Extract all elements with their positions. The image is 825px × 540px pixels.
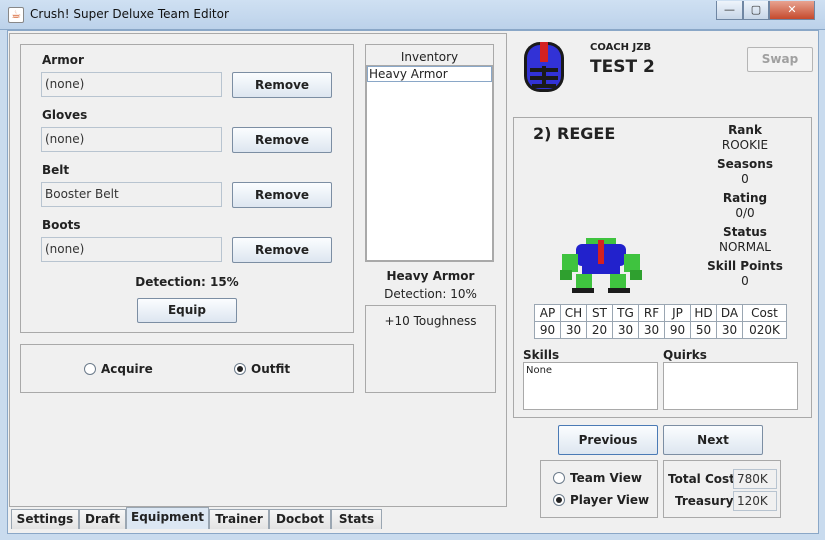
inventory-list[interactable] (366, 65, 493, 261)
gloves-label: Gloves (42, 108, 88, 122)
stat-header-da: DA (716, 304, 743, 322)
window-title: Crush! Super Deluxe Team Editor (30, 7, 229, 21)
view-box (540, 460, 658, 518)
rating-label: Rating (722, 191, 768, 205)
close-button[interactable]: ✕ (769, 1, 815, 20)
team-helmet-icon (518, 38, 570, 104)
inventory-header: Inventory (400, 50, 459, 64)
selected-item-detection: Detection: 10% (384, 287, 477, 301)
swap-button[interactable]: Swap (747, 47, 813, 72)
team-name: TEST 2 (590, 57, 655, 77)
belt-label: Belt (42, 163, 70, 177)
stat-header-tg: TG (612, 304, 639, 322)
stat-value-jp: 90 (664, 321, 691, 339)
minimize-button[interactable]: — (716, 1, 743, 20)
maximize-button[interactable]: ▢ (743, 1, 769, 20)
stat-header-ap: AP (534, 304, 561, 322)
team-view-radio[interactable] (553, 472, 565, 484)
armor-label: Armor (42, 53, 84, 67)
stats-table: AP CH ST TG RF JP HD DA Cost 90 30 20 30 30 90 50 30 020… (534, 304, 787, 339)
tab-settings[interactable]: Settings (11, 509, 79, 529)
tab-equipment[interactable]: Equipment (126, 507, 209, 529)
total-cost-label: Total Cost: (668, 472, 740, 486)
boots-field: (none) (41, 237, 222, 262)
tab-docbot[interactable]: Docbot (269, 509, 331, 529)
stat-header-hd: HD (690, 304, 717, 322)
player-view-radio[interactable] (553, 494, 565, 506)
rank-value: ROOKIE (721, 138, 769, 152)
outfit-label: Outfit (251, 362, 291, 376)
stat-value-cost: 020K (742, 321, 787, 339)
selected-item-name: Heavy Armor (386, 269, 475, 283)
tab-stats[interactable]: Stats (331, 509, 382, 529)
team-view-label: Team View (570, 471, 642, 485)
stat-value-hd: 50 (690, 321, 717, 339)
gloves-remove-button[interactable]: Remove (232, 127, 332, 153)
stat-header-rf: RF (638, 304, 665, 322)
quirks-box (663, 362, 798, 410)
skill-points-label: Skill Points (707, 259, 783, 273)
java-app-icon: ☕ (8, 7, 24, 23)
inventory-item[interactable]: Heavy Armor (367, 66, 492, 82)
belt-field: Booster Belt (41, 182, 222, 207)
armor-field: (none) (41, 72, 222, 97)
stat-value-rf: 30 (638, 321, 665, 339)
coach-name: COACH JZB (590, 42, 652, 53)
player-title: 2) REGEE (533, 124, 616, 143)
belt-remove-button[interactable]: Remove (232, 182, 332, 208)
total-cost-field: 780K (733, 469, 777, 489)
rank-label: Rank (728, 123, 762, 137)
treasury-label: Treasury: (675, 494, 739, 508)
skills-label: Skills (523, 348, 560, 362)
next-button[interactable]: Next (663, 425, 763, 455)
status-label: Status (723, 225, 767, 239)
skills-box: None (523, 362, 658, 410)
gloves-field: (none) (41, 127, 222, 152)
stat-header-cost: Cost (742, 304, 787, 322)
quirks-label: Quirks (663, 348, 707, 362)
stat-value-da: 30 (716, 321, 743, 339)
seasons-value: 0 (741, 172, 749, 186)
armor-remove-button[interactable]: Remove (232, 72, 332, 98)
mode-box (20, 344, 354, 393)
stat-value-ch: 30 (560, 321, 587, 339)
previous-button[interactable]: Previous (558, 425, 658, 455)
seasons-label: Seasons (717, 157, 773, 171)
status-value: NORMAL (718, 240, 771, 254)
rating-value: 0/0 (735, 206, 755, 220)
outfit-radio[interactable] (234, 363, 246, 375)
tab-draft[interactable]: Draft (79, 509, 126, 529)
stat-value-st: 20 (586, 321, 613, 339)
stat-value-tg: 30 (612, 321, 639, 339)
player-sprite-icon (556, 236, 646, 294)
stat-header-jp: JP (664, 304, 691, 322)
acquire-label: Acquire (101, 362, 153, 376)
equip-button[interactable]: Equip (137, 298, 237, 323)
boots-label: Boots (42, 218, 81, 232)
treasury-field: 120K (733, 491, 777, 511)
item-effect-text: +10 Toughness (384, 314, 477, 328)
stat-value-ap: 90 (534, 321, 561, 339)
equipped-detection: Detection: 15% (135, 275, 239, 289)
stat-header-st: ST (586, 304, 613, 322)
acquire-radio[interactable] (84, 363, 96, 375)
skill-points-value: 0 (741, 274, 749, 288)
player-view-label: Player View (570, 493, 650, 507)
boots-remove-button[interactable]: Remove (232, 237, 332, 263)
tab-trainer[interactable]: Trainer (209, 509, 269, 529)
stat-header-ch: CH (560, 304, 587, 322)
